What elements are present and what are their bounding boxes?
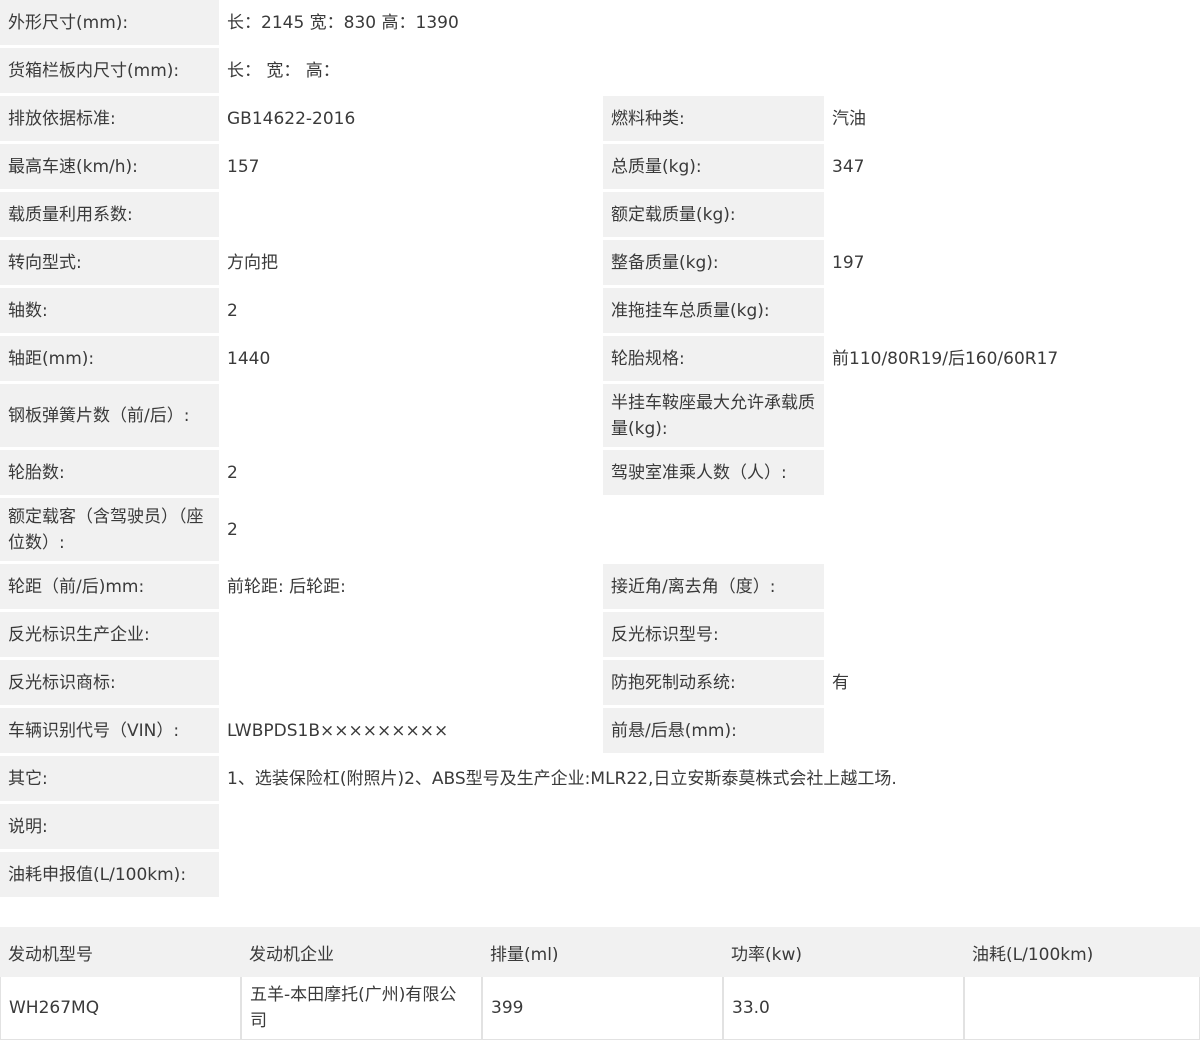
spec-row-other: 其它: 1、选装保险杠(附照片)2、ABS型号及生产企业:MLR22,日立安斯泰… (0, 756, 1200, 801)
spec-row-spring-saddle: 钢板弹簧片数（前/后）: 半挂车鞍座最大允许承载质量(kg): (0, 384, 1200, 447)
engine-displacement-header: 排量(ml) (482, 924, 723, 977)
max-speed-label: 最高车速(km/h): (0, 144, 219, 189)
engine-consumption-cell (964, 977, 1200, 1040)
engine-header-row: 发动机型号 发动机企业 排量(ml) 功率(kw) 油耗(L/100km) (0, 924, 1200, 977)
load-util-value (219, 192, 603, 237)
vin-value: LWBPDS1B××××××××× (219, 708, 603, 753)
engine-maker-cell: 五羊-本田摩托(广州)有限公司 (241, 977, 482, 1040)
cab-seats-label: 驾驶室准乘人数（人）: (603, 450, 824, 495)
engine-power-header: 功率(kw) (723, 924, 964, 977)
reflector-brand-label: 反光标识商标: (0, 660, 219, 705)
spec-row-axles-trailer: 轴数: 2 准拖挂车总质量(kg): (0, 288, 1200, 333)
spec-row-speed-mass: 最高车速(km/h): 157 总质量(kg): 347 (0, 144, 1200, 189)
spec-row-dimensions: 外形尺寸(mm): 长：2145 宽：830 高：1390 (0, 0, 1200, 45)
leaf-spring-value (219, 384, 603, 447)
tire-spec-value: 前110/80R19/后160/60R17 (824, 336, 1200, 381)
steering-label: 转向型式: (0, 240, 219, 285)
vin-label: 车辆识别代号（VIN）: (0, 708, 219, 753)
engine-model-header: 发动机型号 (0, 924, 241, 977)
tire-count-value: 2 (219, 450, 603, 495)
total-mass-value: 347 (824, 144, 1200, 189)
overhang-value (824, 708, 1200, 753)
reflector-model-value (824, 612, 1200, 657)
spec-row-tires-seats: 轮胎数: 2 驾驶室准乘人数（人）: (0, 450, 1200, 495)
fuel-decl-label: 油耗申报值(L/100km): (0, 852, 219, 897)
spec-row-brand-abs: 反光标识商标: 防抱死制动系统: 有 (0, 660, 1200, 705)
rated-load-label: 额定载质量(kg): (603, 192, 824, 237)
angles-value (824, 564, 1200, 609)
axles-label: 轴数: (0, 288, 219, 333)
max-speed-value: 157 (219, 144, 603, 189)
load-util-label: 载质量利用系数: (0, 192, 219, 237)
notes-label: 说明: (0, 804, 219, 849)
spec-row-cargo-dimensions: 货箱栏板内尺寸(mm): 长： 宽： 高： (0, 48, 1200, 93)
spec-row-steering-curb: 转向型式: 方向把 整备质量(kg): 197 (0, 240, 1200, 285)
reflector-model-label: 反光标识型号: (603, 612, 824, 657)
engine-table: 发动机型号 发动机企业 排量(ml) 功率(kw) 油耗(L/100km) WH… (0, 924, 1200, 1040)
passengers-label: 额定载客（含驾驶员）（座位数）: (0, 498, 219, 561)
fuel-decl-value (219, 852, 1200, 897)
cab-seats-value (824, 450, 1200, 495)
axles-value: 2 (219, 288, 603, 333)
spec-row-wheelbase-tire: 轴距(mm): 1440 轮胎规格: 前110/80R19/后160/60R17 (0, 336, 1200, 381)
spec-row-passengers: 额定载客（含驾驶员）（座位数）: 2 (0, 498, 1200, 561)
reflector-brand-value (219, 660, 603, 705)
track-value: 前轮距: 后轮距: (219, 564, 603, 609)
spec-row-notes: 说明: (0, 804, 1200, 849)
trailer-mass-label: 准拖挂车总质量(kg): (603, 288, 824, 333)
curb-mass-label: 整备质量(kg): (603, 240, 824, 285)
dimensions-value: 长：2145 宽：830 高：1390 (219, 0, 1200, 45)
wheelbase-label: 轴距(mm): (0, 336, 219, 381)
saddle-load-label: 半挂车鞍座最大允许承载质量(kg): (603, 384, 824, 447)
vehicle-spec-table: 外形尺寸(mm): 长：2145 宽：830 高：1390 货箱栏板内尺寸(mm… (0, 0, 1200, 900)
rated-load-value (824, 192, 1200, 237)
overhang-label: 前悬/后悬(mm): (603, 708, 824, 753)
trailer-mass-value (824, 288, 1200, 333)
spec-row-vin-overhang: 车辆识别代号（VIN）: LWBPDS1B××××××××× 前悬/后悬(mm)… (0, 708, 1200, 753)
fuel-type-value: 汽油 (824, 96, 1200, 141)
tire-count-label: 轮胎数: (0, 450, 219, 495)
other-label: 其它: (0, 756, 219, 801)
table-row: WH267MQ 五羊-本田摩托(广州)有限公司 399 33.0 (0, 977, 1200, 1040)
other-value: 1、选装保险杠(附照片)2、ABS型号及生产企业:MLR22,日立安斯泰莫株式会… (219, 756, 1200, 801)
engine-power-cell: 33.0 (723, 977, 964, 1040)
cargo-dims-value: 长： 宽： 高： (219, 48, 1200, 93)
engine-displacement-cell: 399 (482, 977, 723, 1040)
reflector-maker-label: 反光标识生产企业: (0, 612, 219, 657)
engine-model-cell: WH267MQ (0, 977, 241, 1040)
track-label: 轮距（前/后)mm: (0, 564, 219, 609)
angles-label: 接近角/离去角（度）: (603, 564, 824, 609)
curb-mass-value: 197 (824, 240, 1200, 285)
spec-row-track-angles: 轮距（前/后)mm: 前轮距: 后轮距: 接近角/离去角（度）: (0, 564, 1200, 609)
leaf-spring-label: 钢板弹簧片数（前/后）: (0, 384, 219, 447)
spec-row-emission-fuel: 排放依据标准: GB14622-2016 燃料种类: 汽油 (0, 96, 1200, 141)
tire-spec-label: 轮胎规格: (603, 336, 824, 381)
dimensions-label: 外形尺寸(mm): (0, 0, 219, 45)
spec-row-fuel-declared: 油耗申报值(L/100km): (0, 852, 1200, 897)
steering-value: 方向把 (219, 240, 603, 285)
notes-value (219, 804, 1200, 849)
cargo-dims-label: 货箱栏板内尺寸(mm): (0, 48, 219, 93)
engine-maker-header: 发动机企业 (241, 924, 482, 977)
abs-label: 防抱死制动系统: (603, 660, 824, 705)
spec-row-reflector: 反光标识生产企业: 反光标识型号: (0, 612, 1200, 657)
total-mass-label: 总质量(kg): (603, 144, 824, 189)
reflector-maker-value (219, 612, 603, 657)
emission-std-label: 排放依据标准: (0, 96, 219, 141)
passengers-value: 2 (219, 498, 1200, 561)
abs-value: 有 (824, 660, 1200, 705)
saddle-load-value (824, 384, 1200, 447)
fuel-type-label: 燃料种类: (603, 96, 824, 141)
emission-std-value: GB14622-2016 (219, 96, 603, 141)
wheelbase-value: 1440 (219, 336, 603, 381)
spec-row-load: 载质量利用系数: 额定载质量(kg): (0, 192, 1200, 237)
engine-consumption-header: 油耗(L/100km) (964, 924, 1200, 977)
